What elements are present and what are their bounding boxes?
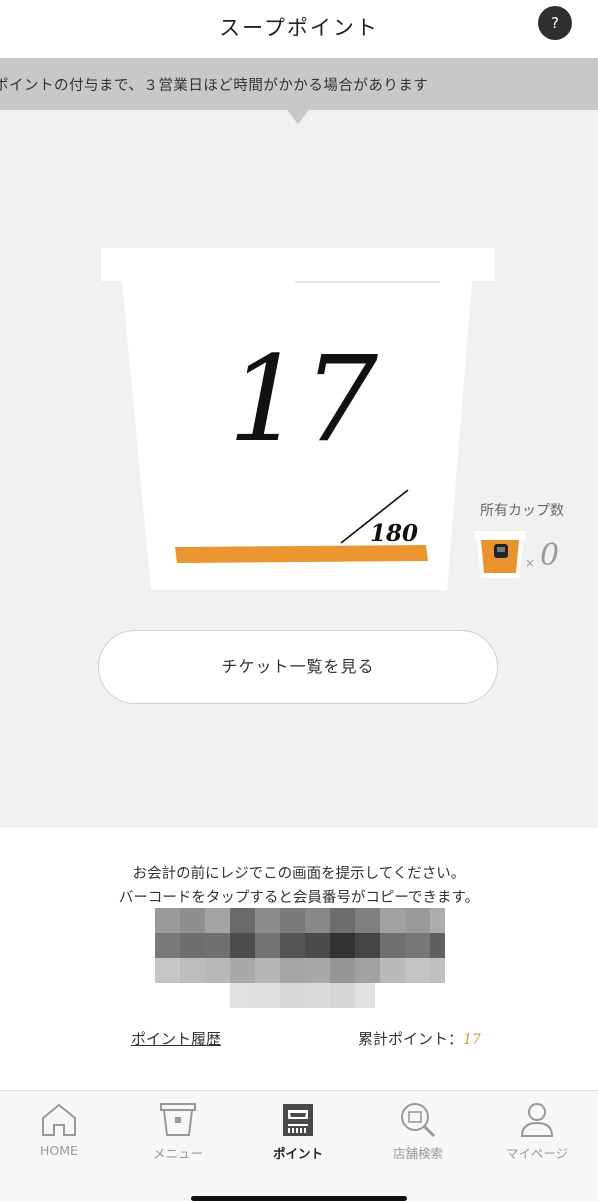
notice-text: ポイントの付与まで、３営業日ほど時間がかかる場合があります <box>0 78 429 94</box>
total-points-label: 累計ポイント： <box>358 1030 464 1048</box>
checkout-instruction: お会計の前にレジでこの画面を提示してください。 バーコードをタップすると会員番号… <box>0 862 598 910</box>
home-indicator <box>191 1196 407 1201</box>
instruction-line-1: お会計の前にレジでこの画面を提示してください。 <box>132 866 466 882</box>
help-button[interactable]: ? <box>538 6 572 40</box>
current-points: 17 <box>227 330 379 468</box>
total-points: 累計ポイント：17 <box>358 1028 481 1049</box>
page-title: スープポイント <box>219 16 379 40</box>
owned-cup-icon <box>474 531 526 578</box>
owned-cups-label: 所有カップ数 <box>480 503 564 519</box>
app-header: スープポイント ? <box>0 0 598 56</box>
ticket-list-button[interactable]: チケット一覧を見る <box>98 630 498 704</box>
tab-menu[interactable]: メニュー <box>119 1101 237 1171</box>
progress-fill <box>175 545 428 563</box>
member-barcode[interactable] <box>155 908 445 1008</box>
tab-home-label: HOME <box>40 1143 78 1158</box>
tab-bar: HOME メニュー ポイント 店舗検索 マイページ <box>0 1090 598 1201</box>
tab-store-search[interactable]: 店舗検索 <box>359 1101 477 1171</box>
notice-banner: ポイントの付与まで、３営業日ほど時間がかかる場合があります <box>0 58 598 110</box>
owned-cups-count: 0 <box>540 538 560 573</box>
cups-multiplier: × <box>525 556 536 570</box>
tab-home[interactable]: HOME <box>0 1101 118 1171</box>
store-search-icon <box>401 1103 436 1138</box>
tab-menu-label: メニュー <box>152 1146 203 1161</box>
tab-points-label: ポイント <box>272 1146 323 1161</box>
person-icon <box>520 1103 554 1137</box>
tab-points[interactable]: ポイント <box>239 1101 357 1171</box>
tab-store-search-label: 店舗検索 <box>392 1146 443 1161</box>
total-points-value: 17 <box>463 1032 481 1048</box>
goal-points: 180 <box>370 520 419 547</box>
register-icon <box>283 1104 313 1136</box>
tab-mypage-label: マイページ <box>505 1146 569 1161</box>
point-history-link[interactable]: ポイント履歴 <box>131 1028 221 1049</box>
cup-icon <box>160 1103 196 1136</box>
home-icon <box>42 1103 76 1136</box>
tab-mypage[interactable]: マイページ <box>478 1101 596 1171</box>
instruction-line-2: バーコードをタップすると会員番号がコピーできます。 <box>118 890 480 906</box>
cup-lid <box>101 248 495 281</box>
